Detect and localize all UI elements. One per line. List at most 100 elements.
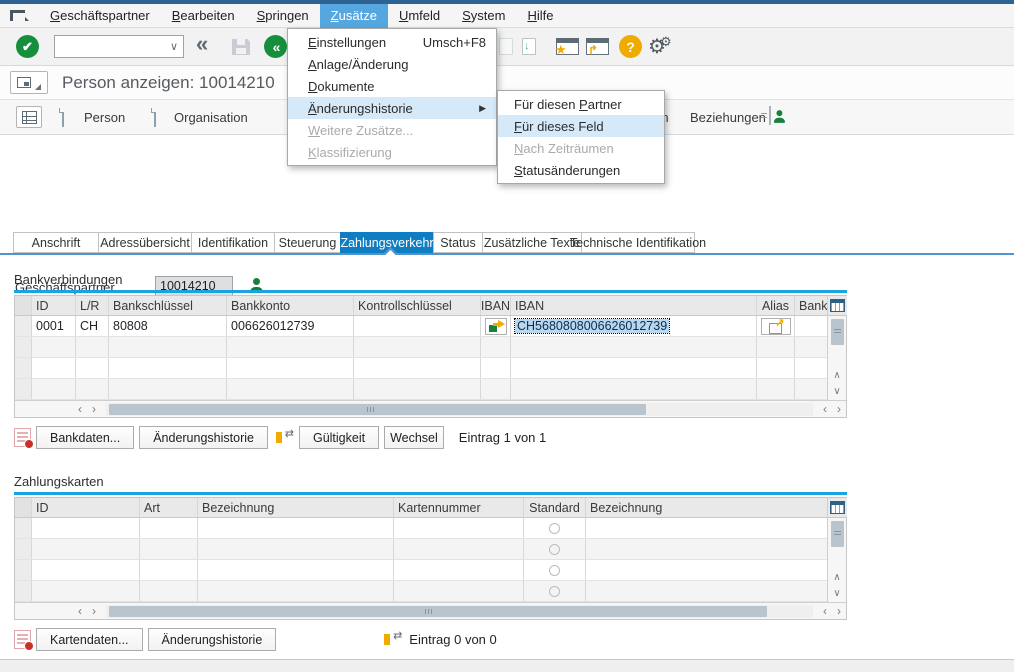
scroll-left-arrow[interactable]: ‹	[818, 604, 832, 619]
col-kartennummer[interactable]: Kartennummer	[394, 498, 524, 517]
cell-bankschluessel[interactable]: 80808	[109, 316, 227, 336]
scrollbar-track[interactable]	[106, 605, 813, 618]
col-bankschluessel[interactable]: Bankschlüssel	[109, 296, 227, 315]
scroll-right-arrow[interactable]: ›	[832, 402, 846, 417]
scroll-up-arrow[interactable]: ∧	[833, 570, 840, 586]
row-selector[interactable]	[15, 358, 32, 378]
row-selector[interactable]	[15, 560, 32, 580]
delete-row-icon[interactable]	[14, 428, 31, 447]
col-alias[interactable]: Alias	[757, 296, 795, 315]
cards-row-empty[interactable]	[15, 560, 827, 581]
new-session-icon[interactable]: ★	[556, 38, 579, 55]
row-selector-header[interactable]	[15, 498, 32, 517]
standard-radio[interactable]	[549, 523, 560, 534]
cell-lr[interactable]: CH	[76, 316, 109, 336]
alias-button[interactable]: ↗	[761, 318, 791, 335]
col-kontrollschluessel[interactable]: Kontrollschlüssel	[354, 296, 481, 315]
scrollbar-thumb[interactable]	[109, 404, 646, 415]
split-view-icon[interactable]: ⇄	[383, 631, 400, 648]
scroll-right-arrow[interactable]: ›	[832, 604, 846, 619]
row-selector[interactable]	[15, 337, 32, 357]
row-selector[interactable]	[15, 581, 32, 601]
menu-item-einstellungen[interactable]: EinstellungenUmsch+F8	[288, 31, 496, 53]
menu-zusaetze[interactable]: Zusätze	[320, 4, 388, 28]
tab-anschrift[interactable]: Anschrift	[13, 232, 99, 253]
scroll-left-arrow[interactable]: ‹	[73, 604, 87, 619]
tab-technische-identifikation[interactable]: Technische Identifikation	[581, 232, 695, 253]
kartendaten-button[interactable]: Kartendaten...	[36, 628, 143, 651]
row-selector[interactable]	[15, 316, 32, 336]
organisation-button[interactable]: Organisation	[174, 100, 248, 135]
delete-row-icon[interactable]	[14, 630, 31, 649]
tab-zusaetzliche-texte[interactable]: Zusätzliche Texte	[482, 232, 582, 253]
tab-adressuebersicht[interactable]: Adressübersicht	[98, 232, 192, 253]
col-bank[interactable]: Bank	[795, 296, 827, 315]
bank-row-empty[interactable]	[15, 379, 827, 400]
cell-id[interactable]: 0001	[32, 316, 76, 336]
cell-bank[interactable]	[795, 316, 827, 336]
scroll-down-arrow[interactable]: ∨	[833, 586, 840, 602]
cards-horizontal-scrollbar[interactable]: ‹ › ‹ ›	[15, 602, 846, 619]
bank-row-empty[interactable]	[15, 337, 827, 358]
services-for-object-button[interactable]	[10, 71, 48, 94]
cards-row-empty[interactable]	[15, 518, 827, 539]
tab-identifikation[interactable]: Identifikation	[191, 232, 275, 253]
scrollbar-thumb[interactable]	[831, 319, 844, 345]
iban-generate-button[interactable]	[485, 318, 507, 335]
col-art[interactable]: Art	[140, 498, 198, 517]
cards-row-empty[interactable]	[15, 581, 827, 602]
scroll-right-arrow[interactable]: ›	[87, 402, 101, 417]
menu-umfeld[interactable]: Umfeld	[388, 4, 451, 28]
cell-iban[interactable]: CH5680808006626012739	[511, 316, 757, 336]
download-icon[interactable]: ↓	[522, 38, 536, 55]
bank-horizontal-scrollbar[interactable]: ‹ › ‹ ›	[15, 400, 846, 417]
menu-item-anlage-aenderung[interactable]: Anlage/Änderung	[288, 53, 496, 75]
split-view-icon[interactable]: ⇄	[275, 429, 292, 446]
partner-relationship-icon[interactable]	[769, 106, 771, 125]
menu-item-dokumente[interactable]: Dokumente	[288, 75, 496, 97]
scroll-left-arrow[interactable]: ‹	[73, 402, 87, 417]
table-settings-icon[interactable]	[830, 501, 845, 514]
gueltigkeit-button[interactable]: Gültigkeit	[299, 426, 379, 449]
customize-layout-icon[interactable]: ⚙⚙	[648, 34, 672, 59]
row-selector[interactable]	[15, 518, 32, 538]
wechsel-button[interactable]: Wechsel	[384, 426, 444, 449]
col-lr[interactable]: L/R	[76, 296, 109, 315]
scroll-down-arrow[interactable]: ∨	[833, 384, 840, 400]
col-bankkonto[interactable]: Bankkonto	[227, 296, 354, 315]
menu-hilfe[interactable]: Hilfe	[516, 4, 564, 28]
row-selector[interactable]	[15, 539, 32, 559]
menu-geschaeftspartner[interactable]: Geschäftspartner	[39, 4, 161, 28]
back-icon[interactable]: «	[196, 31, 205, 57]
cell-bankkonto[interactable]: 006626012739	[227, 316, 354, 336]
table-settings-icon[interactable]	[830, 299, 845, 312]
bank-row-empty[interactable]	[15, 358, 827, 379]
tab-steuerung[interactable]: Steuerung	[274, 232, 341, 253]
col-bezeichnung-2[interactable]: Bezeichnung	[586, 498, 827, 517]
col-iban-icon[interactable]: IBAN	[481, 296, 511, 315]
menu-item-statusaenderungen[interactable]: Statusänderungen	[498, 159, 664, 181]
cell-kontrollschluessel[interactable]	[354, 316, 481, 336]
create-shortcut-icon[interactable]: ↱	[586, 38, 609, 55]
cards-aenderungshistorie-button[interactable]: Änderungshistorie	[148, 628, 277, 651]
scroll-right-arrow[interactable]: ›	[87, 604, 101, 619]
col-iban[interactable]: IBAN	[511, 296, 757, 315]
person-button[interactable]: Person	[84, 100, 125, 135]
row-selector-header[interactable]	[15, 296, 32, 315]
scrollbar-thumb[interactable]	[831, 521, 844, 547]
bank-vertical-scrollbar[interactable]: ∧ ∨	[827, 296, 846, 400]
standard-radio[interactable]	[549, 586, 560, 597]
menu-springen[interactable]: Springen	[246, 4, 320, 28]
iban-selected-value[interactable]: CH5680808006626012739	[515, 319, 669, 333]
menu-item-fuer-diesen-partner[interactable]: Für diesen Partner	[498, 93, 664, 115]
menu-system[interactable]: System	[451, 4, 516, 28]
col-standard[interactable]: Standard	[524, 498, 586, 517]
enter-button[interactable]: ✔	[16, 35, 39, 58]
bank-aenderungshistorie-button[interactable]: Änderungshistorie	[139, 426, 268, 449]
help-button[interactable]: ?	[619, 35, 642, 58]
cards-vertical-scrollbar[interactable]: ∧ ∨	[827, 498, 846, 602]
scrollbar-track[interactable]	[106, 403, 813, 416]
tab-status[interactable]: Status	[433, 232, 483, 253]
beziehungen-button[interactable]: Beziehungen	[690, 100, 766, 135]
bank-row-1[interactable]: 0001 CH 80808 006626012739 CH56808080066…	[15, 316, 827, 337]
